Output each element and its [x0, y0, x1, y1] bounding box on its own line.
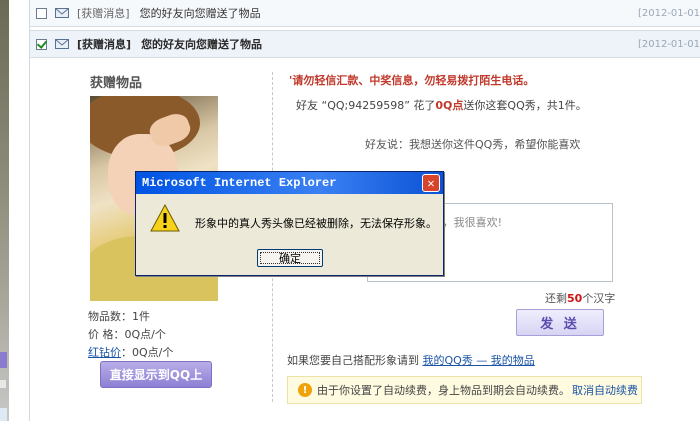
- item-count: 物品数：1件: [88, 310, 150, 323]
- message-title[interactable]: 您的好友向您赠送了物品: [141, 36, 262, 52]
- auto-renew-text: 由于你设置了自动续费，身上物品到期会自动续费。: [317, 384, 570, 397]
- message-row-selected[interactable]: [获赠消息] 您的好友向您赠送了物品 [2012-01-01: [30, 30, 700, 58]
- message-date: [2012-01-01: [637, 7, 700, 19]
- message-checkbox[interactable]: [36, 7, 47, 19]
- column-border: [29, 0, 30, 421]
- show-on-qq-button[interactable]: 直接显示到QQ上: [100, 361, 212, 388]
- close-icon[interactable]: ✕: [422, 174, 440, 192]
- my-qq-show-link[interactable]: 我的QQ秀 — 我的物品: [423, 354, 535, 367]
- red-diamond-value: ：0Q点/个: [121, 346, 174, 359]
- cancel-auto-renew-link[interactable]: 取消自动续费: [572, 382, 638, 398]
- envelope-icon: [55, 8, 69, 18]
- message-tag: [获赠消息]: [77, 7, 130, 20]
- remaining-count: 50: [567, 292, 583, 305]
- left-panel-marker: [0, 408, 7, 421]
- gift-description: 好友 “QQ;94259598” 花了0Q点送你这套QQ秀，共1件。: [296, 97, 587, 113]
- message-title[interactable]: 您的好友向您赠送了物品: [140, 5, 261, 21]
- alert-dialog: Microsoft Internet Explorer ✕ 形象中的真人秀头像已…: [135, 171, 444, 276]
- warning-icon: [150, 204, 180, 232]
- envelope-icon: [55, 39, 69, 49]
- item-price: 价 格：0Q点/个: [88, 328, 166, 341]
- fraud-warning: '请勿轻信汇款、中奖信息，勿轻易拨打陌生电话。: [289, 74, 535, 87]
- remaining-prefix: 还剩: [545, 292, 567, 305]
- left-panel-marker: [0, 380, 6, 388]
- send-button[interactable]: 发 送: [516, 309, 604, 336]
- message-date: [2012-01-01: [637, 38, 700, 50]
- warning-circle-icon: !: [298, 383, 312, 397]
- red-diamond-link[interactable]: 红钻价: [88, 346, 121, 359]
- auto-renew-notice: ! 由于你设置了自动续费，身上物品到期会自动续费。 取消自动续费: [287, 376, 642, 404]
- dialog-titlebar[interactable]: Microsoft Internet Explorer ✕: [136, 172, 443, 194]
- match-prefix: 如果您要自己搭配形象请到: [287, 354, 419, 367]
- dialog-message: 形象中的真人秀头像已经被删除，无法保存形象。: [195, 217, 437, 230]
- remaining-chars: 还剩50个汉字: [545, 290, 615, 306]
- ok-button[interactable]: 确定: [257, 249, 323, 267]
- dialog-title: Microsoft Internet Explorer: [142, 176, 337, 190]
- gift-amount: 0Q点: [435, 99, 464, 112]
- reply-text: ，我很喜欢!: [442, 216, 502, 229]
- red-diamond-price: 红钻价：0Q点/个: [88, 344, 173, 360]
- message-checkbox[interactable]: [36, 38, 47, 50]
- left-panel-strip: [0, 0, 9, 421]
- gift-suffix: 送你这套QQ秀，共1件。: [463, 99, 587, 112]
- gift-heading: 获赠物品: [90, 76, 143, 91]
- gift-prefix: 好友 “QQ;94259598” 花了: [296, 99, 436, 112]
- message-row[interactable]: [获赠消息] 您的好友向您赠送了物品 [2012-01-01: [30, 0, 700, 27]
- friend-message: 好友说：我想送你这件QQ秀，希望你能喜欢: [365, 138, 581, 151]
- message-tag: [获赠消息]: [77, 38, 132, 51]
- remaining-suffix: 个汉字: [582, 292, 616, 305]
- left-panel-marker[interactable]: [0, 352, 7, 368]
- match-instructions: 如果您要自己搭配形象请到 我的QQ秀 — 我的物品: [287, 352, 535, 368]
